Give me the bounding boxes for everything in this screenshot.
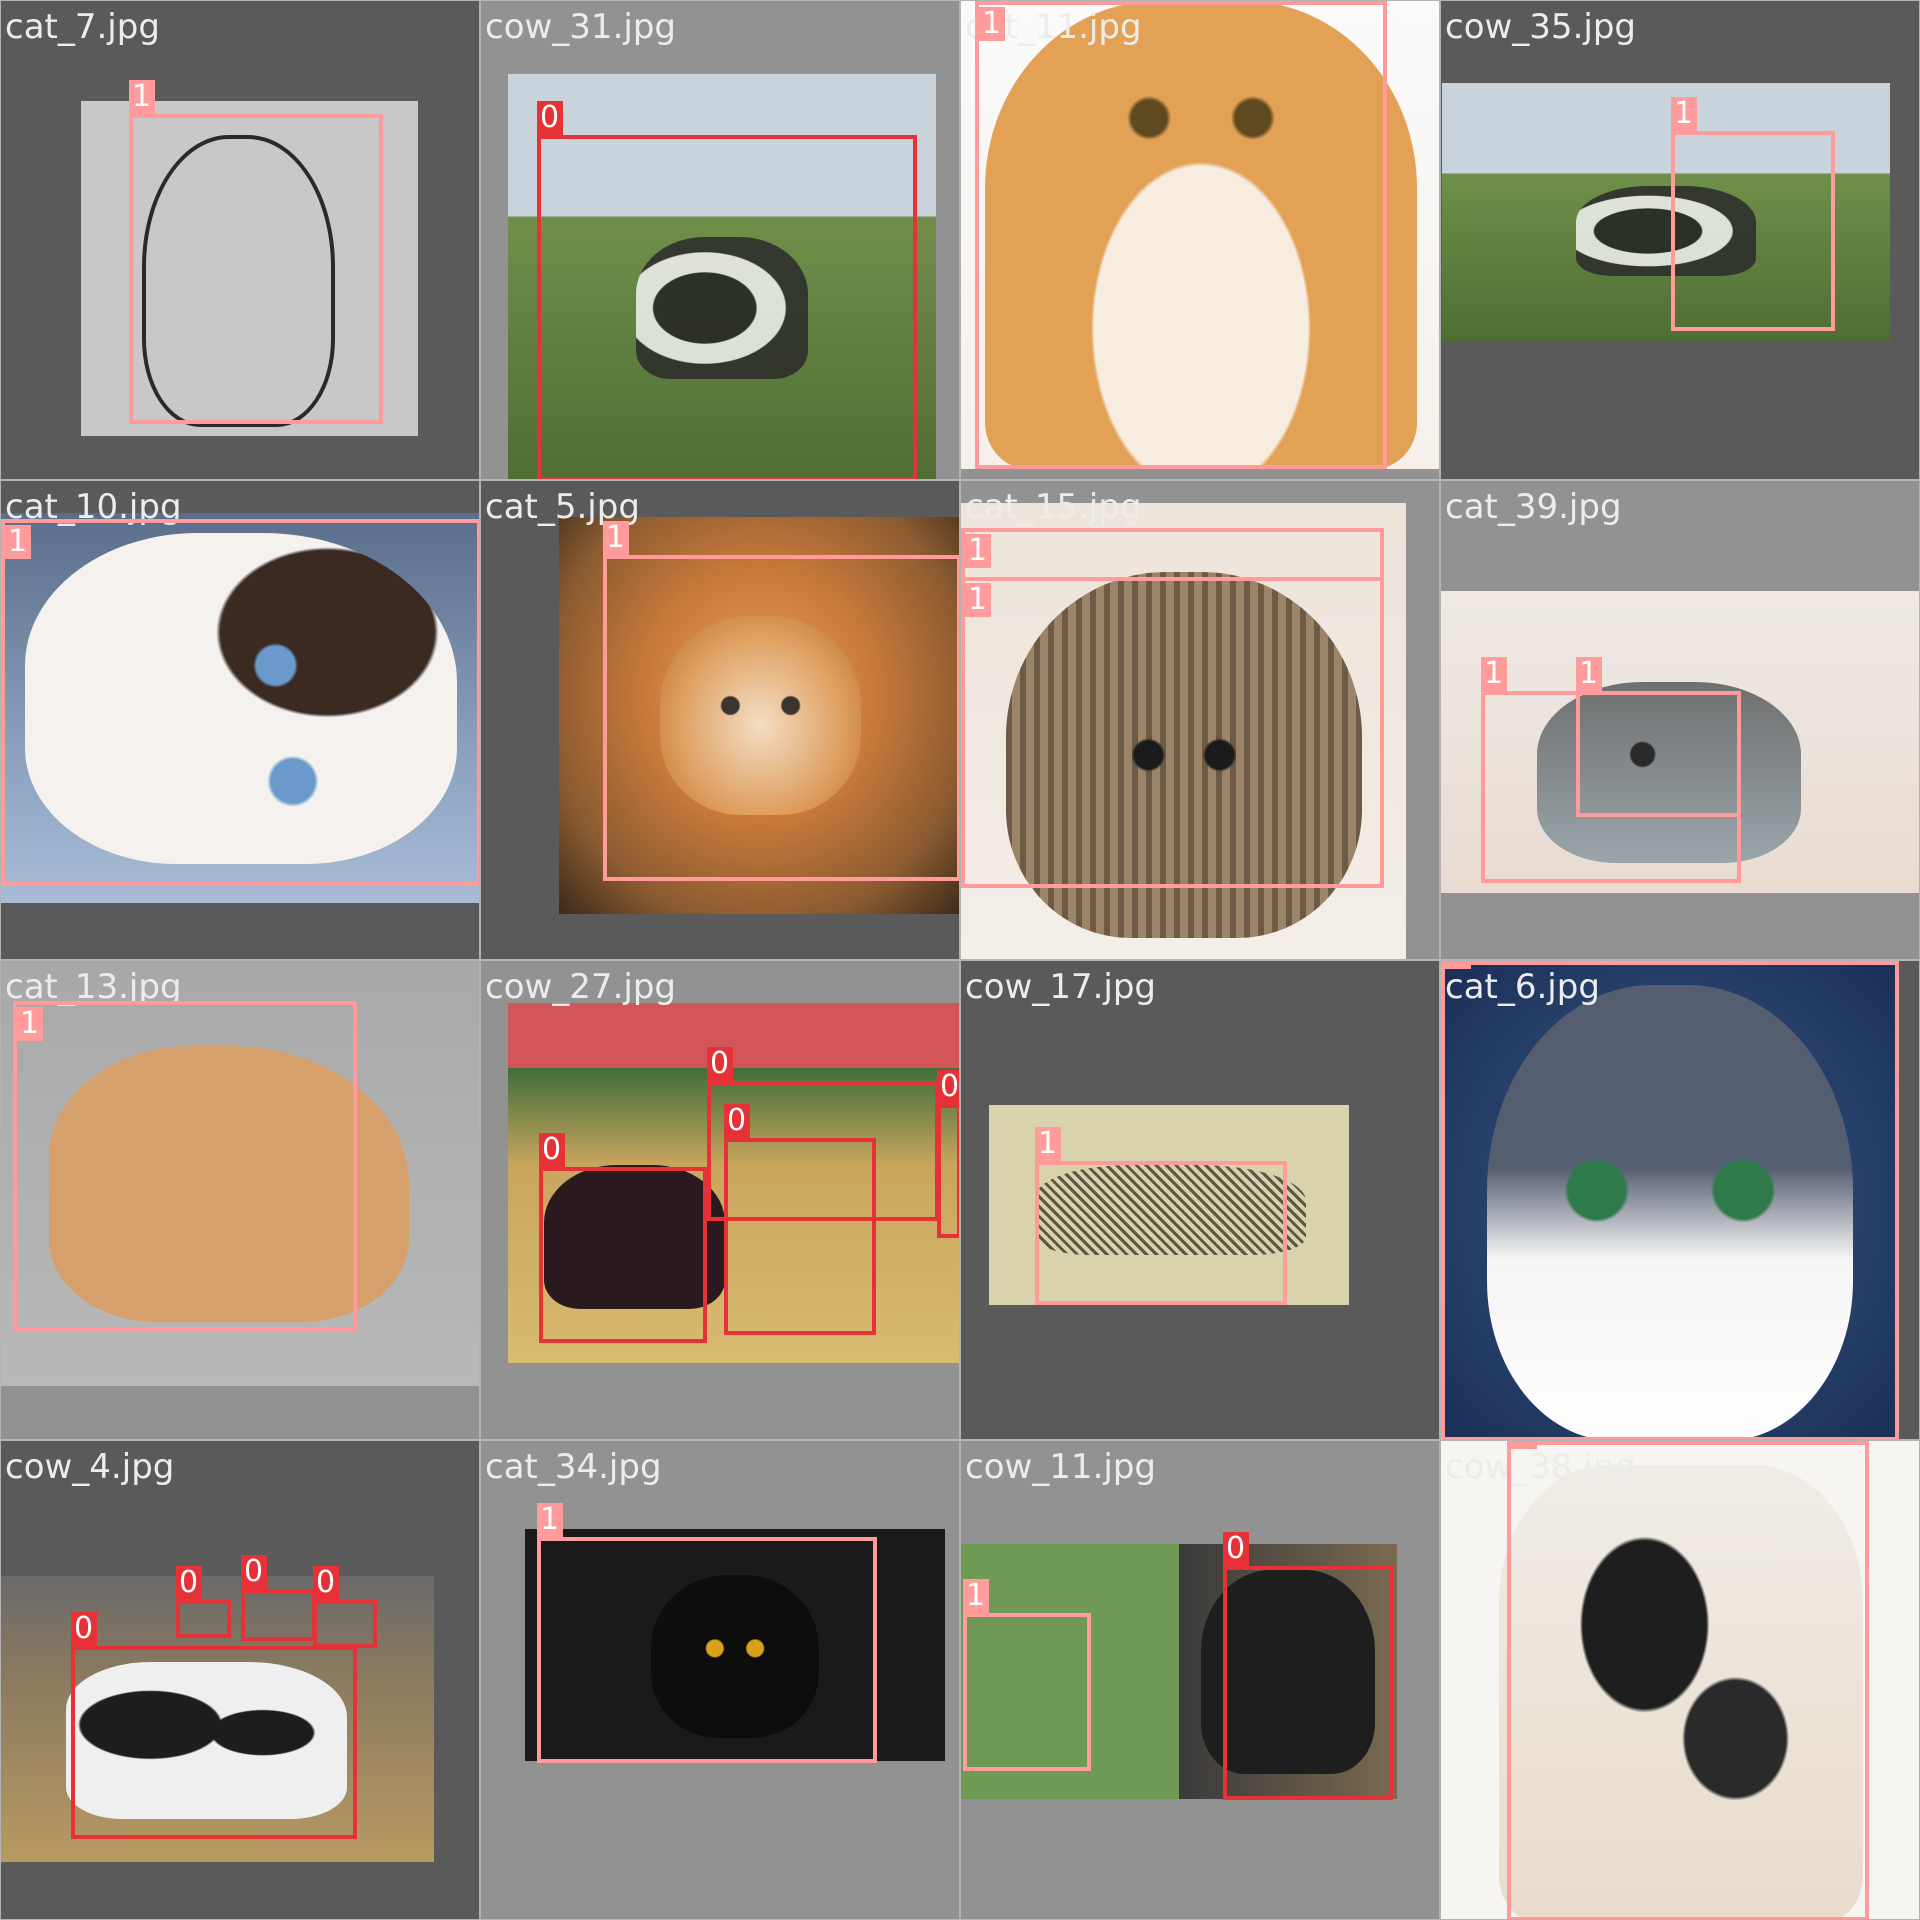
class-tag: 1	[603, 521, 629, 555]
class-tag: 1	[129, 80, 155, 114]
detection-box: 1	[975, 1, 1387, 469]
class-tag: 1	[1671, 97, 1697, 131]
class-tag: 0	[707, 1047, 733, 1081]
tile-cow-4: cow_4.jpg 0 0 0 0	[0, 1440, 480, 1920]
class-tag: 0	[241, 1555, 267, 1589]
tile-cat-39: cat_39.jpg 1 1	[1440, 480, 1920, 960]
tile-filename: cat_7.jpg	[5, 7, 160, 47]
tile-cow-17: cow_17.jpg 1	[960, 960, 1440, 1440]
class-tag: 1	[965, 534, 991, 568]
class-tag: 1	[537, 1503, 563, 1537]
detection-box: 0	[539, 1133, 707, 1343]
tile-filename: cat_39.jpg	[1445, 487, 1622, 527]
tile-filename: cow_27.jpg	[485, 967, 676, 1007]
detection-box: 0	[313, 1566, 377, 1648]
detection-box: 0	[71, 1612, 357, 1839]
tile-cat-13: cat_13.jpg 1	[0, 960, 480, 1440]
detection-box: 0	[241, 1555, 316, 1641]
tile-cow-35: cow_35.jpg 1	[1440, 0, 1920, 480]
class-tag: 1	[1511, 1441, 1537, 1449]
class-tag: 1	[17, 1007, 43, 1041]
class-tag: 0	[313, 1566, 339, 1600]
detection-box: 1	[129, 80, 383, 424]
class-tag: 1	[963, 1579, 989, 1613]
tile-cat-34: cat_34.jpg 1	[480, 1440, 960, 1920]
class-tag: 1	[1445, 961, 1471, 969]
class-tag: 1	[5, 525, 31, 559]
detection-box: 1	[1035, 1127, 1287, 1305]
class-tag: 1	[979, 7, 1005, 41]
tile-filename: cow_35.jpg	[1445, 7, 1636, 47]
detection-box: 1	[1441, 961, 1899, 1439]
detection-box: 1	[1671, 97, 1835, 331]
tile-cow-11: cow_11.jpg 1 0	[960, 1440, 1440, 1920]
tile-cat-10: cat_10.jpg 1	[0, 480, 480, 960]
tile-cow-31: cow_31.jpg 0	[480, 0, 960, 480]
tile-filename: cow_31.jpg	[485, 7, 676, 47]
tile-cow-38: cow_38.jpg 1	[1440, 1440, 1920, 1920]
tile-filename: cat_34.jpg	[485, 1447, 662, 1487]
tile-cat-6: cat_6.jpg 1	[1440, 960, 1920, 1440]
class-tag: 1	[1035, 1127, 1061, 1161]
detection-box: 1	[1507, 1441, 1869, 1919]
detection-box: 0	[937, 1070, 959, 1238]
class-tag: 0	[176, 1566, 202, 1600]
detection-box: 0	[1223, 1532, 1393, 1800]
tile-filename: cow_11.jpg	[965, 1447, 1156, 1487]
tile-cat-5: cat_5.jpg 1	[480, 480, 960, 960]
class-tag: 0	[724, 1104, 750, 1138]
detection-box: 1	[1576, 657, 1741, 817]
tile-filename: cow_17.jpg	[965, 967, 1156, 1007]
tile-cat-11: cat_11.jpg 1	[960, 0, 1440, 480]
class-tag: 1	[1576, 657, 1602, 691]
detection-box: 1	[603, 521, 959, 881]
tile-cat-7: cat_7.jpg 1	[0, 0, 480, 480]
class-tag: 0	[937, 1070, 959, 1104]
detection-box: 1	[961, 577, 1384, 888]
detection-box: 1	[1, 519, 479, 886]
detection-mosaic: cat_7.jpg 1 cow_31.jpg 0 cat_11.jpg 1 co…	[0, 0, 1920, 1920]
detection-box: 0	[724, 1104, 876, 1335]
tile-cow-27: cow_27.jpg 0 0 0 0	[480, 960, 960, 1440]
class-tag: 0	[71, 1612, 97, 1646]
detection-box: 1	[537, 1503, 877, 1763]
detection-box: 1	[13, 1001, 357, 1331]
tile-cat-15: cat_15.jpg 1 1	[960, 480, 1440, 960]
detection-box: 0	[537, 101, 917, 479]
class-tag: 1	[965, 583, 991, 617]
class-tag: 0	[539, 1133, 565, 1167]
tile-filename: cow_4.jpg	[5, 1447, 175, 1487]
class-tag: 0	[537, 101, 563, 135]
class-tag: 1	[1481, 657, 1507, 691]
tile-filename: cat_15.jpg	[965, 487, 1142, 527]
detection-box: 1	[963, 1579, 1091, 1771]
class-tag: 0	[1223, 1532, 1249, 1566]
detection-box: 0	[176, 1566, 231, 1638]
